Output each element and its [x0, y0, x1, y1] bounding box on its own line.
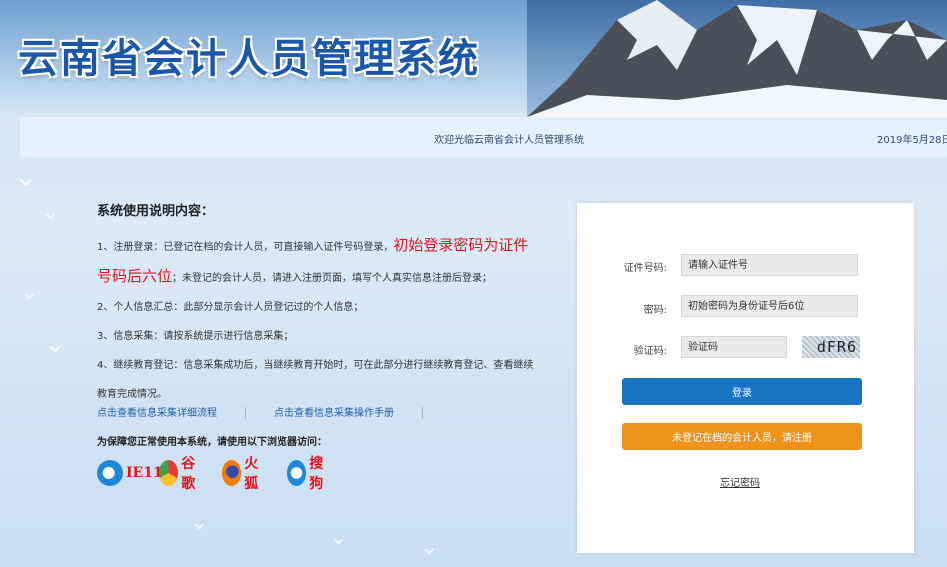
browser-name: 火狐: [244, 456, 259, 492]
browser-name: IE11: [126, 465, 163, 481]
id-number-input[interactable]: [681, 254, 858, 276]
browser-firefox[interactable]: 火狐: [222, 456, 265, 492]
welcome-text: 欢迎光临云南省会计人员管理系统: [434, 135, 584, 146]
instruction-item-4: 4、继续教育登记：信息采集成功后，当继续教育开始时，可在此部分进行继续教育登记、…: [97, 360, 534, 400]
captcha-image[interactable]: dFR6: [802, 336, 860, 358]
password-input[interactable]: [681, 295, 858, 317]
bird-decoration-icon: ⌄: [420, 535, 439, 560]
instruction-text: 1、注册登录：已登记在档的会计人员，可直接输入证件号码登录，: [97, 242, 394, 253]
browser-ie[interactable]: IE11: [97, 458, 163, 488]
bird-decoration-icon: ⌄: [45, 330, 66, 358]
browser-name: 谷歌: [181, 456, 196, 492]
flow-link[interactable]: 点击查看信息采集详细流程: [97, 404, 217, 419]
mountain-image: [527, 0, 947, 117]
browser-name: 搜狗: [309, 456, 324, 492]
link-divider: [422, 407, 423, 419]
instructions-panel: 系统使用说明内容： 1、注册登录：已登记在档的会计人员，可直接输入证件号码登录，…: [97, 200, 542, 409]
link-divider: [245, 407, 246, 419]
forgot-password-link[interactable]: 忘记密码: [720, 474, 760, 489]
manual-link[interactable]: 点击查看信息采集操作手册: [274, 404, 394, 419]
browser-chrome[interactable]: 谷歌: [159, 456, 202, 492]
password-label: 密码:: [643, 305, 667, 316]
instruction-item-3: 3、信息采集：请按系统提示进行信息采集；: [97, 331, 294, 342]
header-banner: 云南省会计人员管理系统: [0, 0, 947, 117]
bird-decoration-icon: ⌄: [190, 510, 209, 535]
id-label: 证件号码:: [623, 263, 667, 274]
bird-decoration-icon: ⌄: [42, 200, 59, 224]
sogou-icon: [287, 460, 307, 486]
captcha-input[interactable]: [681, 336, 787, 358]
bird-decoration-icon: ⌄: [20, 280, 39, 305]
firefox-icon: [222, 460, 242, 486]
bird-decoration-icon: ⌄: [330, 525, 347, 549]
page-title: 云南省会计人员管理系统: [18, 36, 480, 82]
captcha-label: 验证码:: [633, 346, 667, 357]
instruction-item-2: 2、个人信息汇总：此部分显示会计人员登记过的个人信息；: [97, 302, 364, 313]
instructions-heading: 系统使用说明内容：: [97, 204, 215, 219]
browser-sogou[interactable]: 搜狗: [287, 456, 330, 492]
instruction-text: ；未登记的会计人员，请进入注册页面，填写个人真实信息注册后登录；: [172, 273, 493, 284]
browser-tip: 为保障您正常使用本系统，请使用以下浏览器访问：: [97, 437, 327, 448]
login-panel: 证件号码: 密码: 验证码: dFR6 登录 未登记在档的会计人员，请注册 忘记…: [577, 203, 914, 553]
date-text: 2019年5月28日: [877, 135, 947, 146]
help-links: 点击查看信息采集详细流程 点击查看信息采集操作手册: [97, 404, 451, 419]
login-button[interactable]: 登录: [622, 378, 862, 405]
chrome-icon: [159, 460, 179, 486]
register-button[interactable]: 未登记在档的会计人员，请注册: [622, 423, 862, 450]
instruction-item-1: 1、注册登录：已登记在档的会计人员，可直接输入证件号码登录，初始登录密码为证件号…: [97, 231, 542, 293]
ie-icon: [97, 460, 123, 486]
bird-decoration-icon: ⌄: [14, 160, 38, 193]
